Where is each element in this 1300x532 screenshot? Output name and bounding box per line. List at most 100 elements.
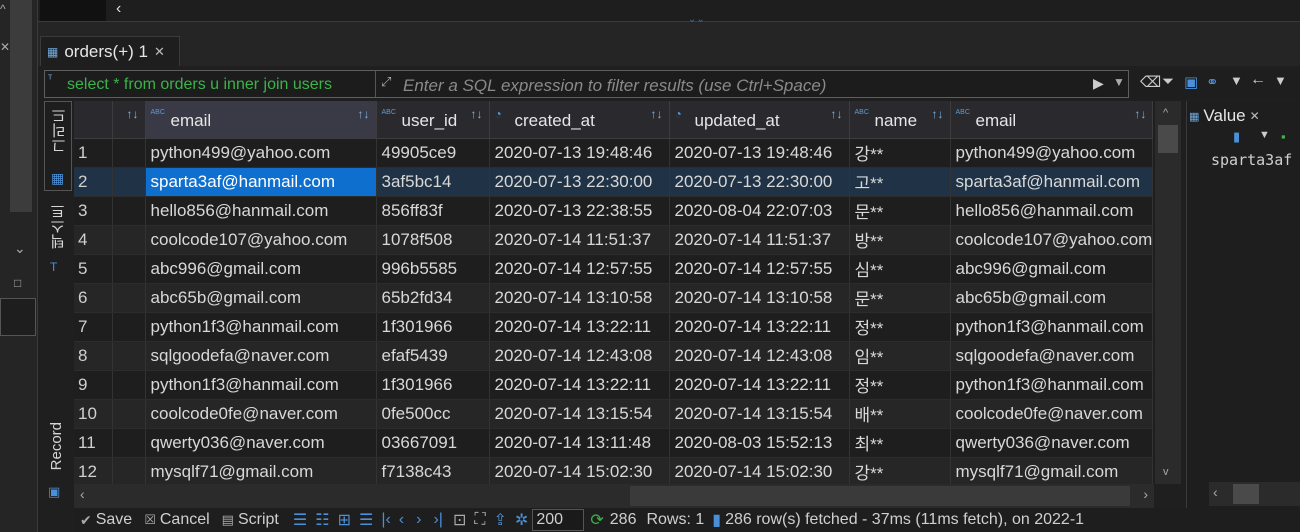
table-row[interactable]: 4 coolcode107@yahoo.com 1078f508 2020-07-14… (74, 225, 1154, 255)
expand-icon[interactable]: ⤢ (381, 74, 391, 90)
sort-icon[interactable]: ↑↓ (471, 107, 483, 121)
table-cell[interactable]: 49905ce9 (376, 138, 490, 168)
table-cell[interactable]: f7138c43 (376, 457, 490, 486)
table-cell[interactable]: 임** (849, 341, 951, 371)
row-marker-cell[interactable] (112, 312, 146, 342)
cancel-button[interactable]: Cancel (160, 511, 210, 529)
table-cell[interactable]: 2020-07-14 13:15:54 (669, 399, 850, 429)
column-header[interactable]: ◔ created_at ↑↓ (489, 101, 670, 139)
row-marker-cell[interactable] (112, 196, 146, 226)
scroll-thumb[interactable] (1158, 125, 1178, 153)
delete-row-icon[interactable]: ☰ (359, 510, 373, 530)
table-cell[interactable]: 2020-07-14 13:22:11 (489, 370, 670, 400)
row-number[interactable]: 2 (74, 167, 113, 197)
value-panel-tab[interactable]: ▦ Value ✕ (1189, 105, 1273, 127)
history-dropdown-icon[interactable]: ▼ (1113, 75, 1125, 89)
row-marker-cell[interactable] (112, 341, 146, 371)
filter-icon[interactable]: ⏷ (1162, 73, 1174, 90)
chevron-left-icon[interactable]: ‹ (116, 0, 121, 18)
table-cell[interactable]: python1f3@hanmail.com (145, 312, 377, 342)
prev-page-icon[interactable]: ‹ (399, 511, 404, 529)
table-cell[interactable]: abc65b@gmail.com (145, 283, 377, 313)
sort-icon[interactable]: ↑↓ (932, 107, 944, 121)
chevron-down-icon[interactable]: ▼ (1259, 129, 1270, 141)
save-button[interactable]: Save (96, 511, 132, 529)
back-arrow-icon[interactable]: ← (1250, 71, 1266, 89)
row-marker-cell[interactable] (112, 428, 146, 458)
settings-icon[interactable]: ✲ (515, 510, 528, 530)
table-cell[interactable]: 2020-07-14 13:22:11 (669, 312, 850, 342)
column-header[interactable]: ◔ updated_at ↑↓ (669, 101, 850, 139)
row-number[interactable]: 11 (74, 428, 113, 458)
table-cell[interactable]: 방** (849, 225, 951, 255)
table-cell[interactable]: mysqlf71@gmail.com (145, 457, 377, 486)
table-cell[interactable]: 고** (849, 167, 951, 197)
copy-row-icon[interactable]: ⊞ (338, 510, 351, 530)
table-cell[interactable]: 2020-07-14 13:22:11 (489, 312, 670, 342)
table-cell[interactable]: 3af5bc14 (376, 167, 490, 197)
row-marker-cell[interactable] (112, 399, 146, 429)
row-number[interactable]: 1 (74, 138, 113, 168)
table-row[interactable]: 5 abc996@gmail.com 996b5585 2020-07-14 12:5… (74, 254, 1154, 284)
refresh-icon[interactable]: ⟳ (590, 510, 603, 530)
row-number[interactable]: 8 (74, 341, 113, 371)
table-row[interactable]: 9 python1f3@hanmail.com 1f301966 2020-07-14… (74, 370, 1154, 400)
add-row-icon[interactable]: ☷ (315, 510, 329, 530)
table-cell[interactable]: 2020-07-14 11:51:37 (489, 225, 670, 255)
table-cell[interactable]: 2020-07-13 22:30:00 (489, 167, 670, 197)
table-cell[interactable]: mysqlf71@gmail.com (950, 457, 1154, 486)
table-row[interactable]: 1 python499@yahoo.com 49905ce9 2020-07-13 1… (74, 138, 1154, 168)
tab-text[interactable]: 텍스트 T (44, 198, 72, 278)
row-number[interactable]: 4 (74, 225, 113, 255)
table-cell[interactable]: 2020-07-14 13:10:58 (669, 283, 850, 313)
table-cell[interactable]: 0fe500cc (376, 399, 490, 429)
restore-icon[interactable]: □ (14, 276, 21, 290)
table-cell[interactable]: 65b2fd34 (376, 283, 490, 313)
maximize-icon[interactable]: ⛶ (474, 511, 485, 529)
column-header[interactable]: ABC name ↑↓ (849, 101, 951, 139)
sort-icon[interactable]: ↑↓ (1134, 107, 1146, 121)
table-cell[interactable]: 강** (849, 457, 951, 486)
table-cell[interactable]: 문** (849, 196, 951, 226)
chevron-down-icon[interactable]: ▼ (1274, 73, 1287, 88)
table-cell[interactable]: 2020-07-14 12:57:55 (669, 254, 850, 284)
panel-toggle-icon[interactable]: ⊡ (453, 510, 466, 530)
table-row[interactable]: 8 sqlgoodefa@naver.com efaf5439 2020-07-14 … (74, 341, 1154, 371)
chevron-up-icon[interactable]: ^ (0, 2, 6, 16)
table-cell[interactable]: sparta3af@hanmail.com (145, 167, 377, 197)
table-cell[interactable]: 문** (849, 283, 951, 313)
book-icon[interactable]: ▮ (1233, 129, 1240, 145)
tab-record[interactable]: Record ▣ (44, 420, 72, 500)
close-icon[interactable]: ✕ (154, 44, 165, 60)
table-cell[interactable]: python1f3@hanmail.com (950, 370, 1154, 400)
table-cell[interactable]: 심** (849, 254, 951, 284)
value-content[interactable]: sparta3af (1211, 151, 1292, 169)
table-cell[interactable]: coolcode107@yahoo.com (145, 225, 377, 255)
tab-grid[interactable]: 그리드 ▦ (44, 101, 72, 191)
table-cell[interactable]: 2020-07-13 19:48:46 (489, 138, 670, 168)
value-horizontal-scrollbar[interactable]: ‹ (1209, 482, 1300, 506)
column-header-row-marker[interactable]: ↑↓ (112, 101, 146, 139)
table-cell[interactable]: sparta3af@hanmail.com (950, 167, 1154, 197)
table-row[interactable]: 3 hello856@hanmail.com 856ff83f 2020-07-13 … (74, 196, 1154, 226)
sort-icon[interactable]: ↑↓ (358, 107, 370, 121)
table-cell[interactable]: python1f3@hanmail.com (145, 370, 377, 400)
tab-orders[interactable]: ▦ orders(+) 1 ✕ (40, 36, 180, 66)
row-marker-cell[interactable] (112, 457, 146, 486)
row-marker-cell[interactable] (112, 225, 146, 255)
table-cell[interactable]: 강** (849, 138, 951, 168)
column-header[interactable]: ABC user_id ↑↓ (376, 101, 490, 139)
table-cell[interactable]: qwerty036@naver.com (145, 428, 377, 458)
table-row[interactable]: 2 sparta3af@hanmail.com 3af5bc14 2020-07-13… (74, 167, 1154, 197)
row-number[interactable]: 3 (74, 196, 113, 226)
table-cell[interactable]: python1f3@hanmail.com (950, 312, 1154, 342)
table-cell[interactable]: 2020-07-14 13:15:54 (489, 399, 670, 429)
table-cell[interactable]: hello856@hanmail.com (145, 196, 377, 226)
row-marker-cell[interactable] (112, 167, 146, 197)
table-cell[interactable]: 2020-07-14 11:51:37 (669, 225, 850, 255)
table-cell[interactable]: hello856@hanmail.com (950, 196, 1154, 226)
sort-icon[interactable]: ↑↓ (127, 107, 139, 121)
table-cell[interactable]: 2020-07-14 12:57:55 (489, 254, 670, 284)
navigator-selected-item[interactable] (0, 298, 36, 336)
table-cell[interactable]: 1078f508 (376, 225, 490, 255)
